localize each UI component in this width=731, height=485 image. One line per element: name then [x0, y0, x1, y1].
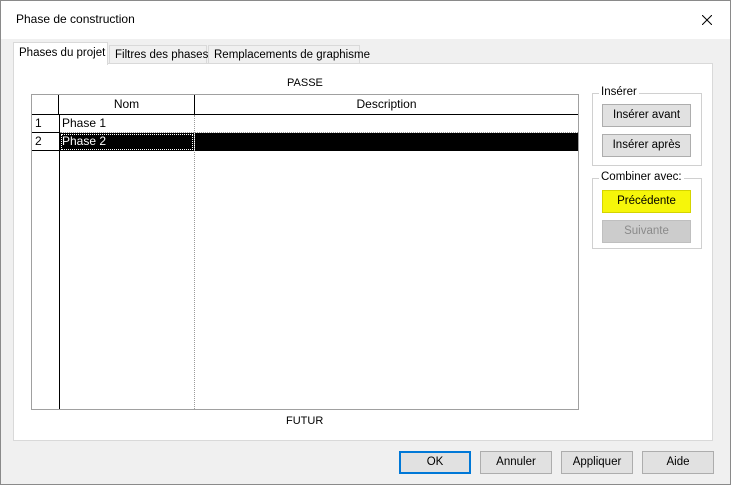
- close-icon: [702, 15, 712, 25]
- phase-description-cell[interactable]: [195, 115, 578, 133]
- column-header-nom[interactable]: Nom: [59, 95, 195, 115]
- past-caption: PASSE: [287, 77, 323, 89]
- phase-name-cell[interactable]: Phase 2: [60, 133, 194, 151]
- ok-button[interactable]: OK: [399, 451, 471, 474]
- table-row[interactable]: 1 Phase 1: [32, 115, 578, 133]
- column-header-description[interactable]: Description: [195, 95, 578, 115]
- phase-dialog: Phase de construction Phases du projet F…: [0, 0, 731, 485]
- insert-before-button[interactable]: Insérer avant: [602, 104, 691, 127]
- tab-filtres-des-phases[interactable]: Filtres des phases: [109, 45, 208, 64]
- tab-phases-du-projet[interactable]: Phases du projet: [13, 42, 108, 65]
- future-caption: FUTUR: [286, 415, 324, 427]
- phase-name-cell[interactable]: Phase 1: [60, 115, 194, 133]
- combine-previous-button[interactable]: Précédente: [602, 190, 691, 213]
- help-button[interactable]: Aide: [642, 451, 714, 474]
- combine-next-button[interactable]: Suivante: [602, 220, 691, 243]
- insert-after-button[interactable]: Insérer après: [602, 134, 691, 157]
- grid-corner-header: [32, 95, 59, 115]
- combine-group: Combiner avec: Précédente Suivante: [592, 171, 702, 249]
- row-number[interactable]: 1: [32, 115, 59, 133]
- apply-button[interactable]: Appliquer: [561, 451, 633, 474]
- cancel-button[interactable]: Annuler: [480, 451, 552, 474]
- table-row[interactable]: 2 Phase 2: [32, 133, 578, 151]
- column-divider: [194, 115, 195, 409]
- dialog-title: Phase de construction: [16, 12, 135, 26]
- row-number[interactable]: 2: [32, 133, 59, 151]
- phases-grid[interactable]: Nom Description 1 Phase 1 2 Phase 2: [31, 94, 579, 410]
- insert-group-label: Insérer: [599, 86, 639, 98]
- insert-group: Insérer Insérer avant Insérer après: [592, 86, 702, 166]
- title-bar: Phase de construction: [1, 1, 730, 39]
- phase-description-cell[interactable]: [195, 133, 578, 151]
- combine-group-label: Combiner avec:: [599, 171, 684, 183]
- close-button[interactable]: [684, 1, 730, 39]
- tab-remplacements-de-graphisme[interactable]: Remplacements de graphisme: [208, 45, 370, 64]
